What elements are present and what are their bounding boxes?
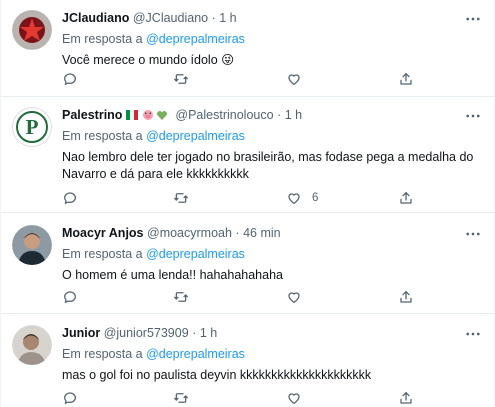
like-button[interactable]	[286, 288, 312, 306]
tweet-actions	[62, 288, 422, 306]
tweet-header: Moacyr Anjos @moacyrmoah · 46 min	[62, 225, 484, 242]
svg-text:P: P	[26, 115, 39, 139]
reply-to-link[interactable]: @deprepalmeiras	[146, 347, 245, 361]
more-icon[interactable]	[464, 107, 482, 125]
user-handle[interactable]: @Palestrinolouco	[175, 108, 273, 122]
share-button[interactable]	[398, 288, 414, 306]
heart-icon	[286, 390, 302, 406]
separator: ·	[235, 226, 240, 240]
reply-icon	[62, 71, 78, 87]
separator: ·	[277, 108, 282, 122]
tweet-text: mas o gol foi no paulista deyvin kkkkkkk…	[62, 368, 372, 382]
share-icon	[398, 190, 414, 206]
reply-context: Em resposta a @deprepalmeiras	[62, 246, 484, 263]
avatar[interactable]	[12, 325, 52, 365]
timestamp[interactable]: 1 h	[219, 11, 236, 25]
reply-timeline: JClaudiano @JClaudiano · 1 h Em resposta…	[0, 0, 495, 407]
user-handle[interactable]: @moacyrmoah	[147, 226, 232, 240]
display-name[interactable]: JClaudiano	[62, 11, 129, 25]
retweet-button[interactable]	[173, 70, 189, 88]
reply-prefix: Em resposta a	[62, 32, 143, 46]
heart-icon	[286, 289, 302, 305]
timestamp[interactable]: 1 h	[285, 108, 302, 122]
reply-to-link[interactable]: @deprepalmeiras	[146, 129, 245, 143]
reply-context: Em resposta a @deprepalmeiras	[62, 346, 484, 363]
retweet-button[interactable]	[173, 389, 189, 407]
retweet-icon	[173, 71, 189, 87]
tweet-header: Palestrino 🇮🇹🐷💚 @Palestrinolouco · 1 h	[62, 107, 484, 124]
like-count: 6	[312, 192, 319, 204]
name-emoji-badges	[125, 109, 172, 126]
display-name[interactable]: Moacyr Anjos	[62, 226, 144, 240]
user-handle[interactable]: @JClaudiano	[133, 11, 208, 25]
retweet-button[interactable]	[173, 288, 189, 306]
more-icon[interactable]	[464, 225, 482, 243]
reply-icon	[62, 190, 78, 206]
reply-tweet[interactable]: JClaudiano @JClaudiano · 1 h Em resposta…	[1, 0, 494, 97]
separator: ·	[211, 11, 216, 25]
reply-to-link[interactable]: @deprepalmeiras	[146, 247, 245, 261]
retweet-icon	[173, 289, 189, 305]
display-name[interactable]: Junior	[62, 326, 100, 340]
share-button[interactable]	[398, 389, 414, 407]
reply-tweet[interactable]: Moacyr Anjos @moacyrmoah · 46 min Em res…	[1, 213, 494, 314]
reply-to-link[interactable]: @deprepalmeiras	[146, 32, 245, 46]
reply-prefix: Em resposta a	[62, 247, 143, 261]
share-icon	[398, 71, 414, 87]
reply-button[interactable]	[62, 288, 78, 306]
tweet-header: Junior @junior573909 · 1 h	[62, 325, 484, 342]
reply-tweet[interactable]: Junior @junior573909 · 1 h Em resposta a…	[1, 314, 494, 407]
separator: ·	[192, 326, 197, 340]
tweet-text: O homem é uma lenda!! hahahahahaha	[62, 268, 283, 282]
timestamp[interactable]: 1 h	[200, 326, 217, 340]
more-icon[interactable]	[464, 10, 482, 28]
reply-prefix: Em resposta a	[62, 129, 143, 143]
tweet-actions	[62, 389, 422, 407]
reply-prefix: Em resposta a	[62, 347, 143, 361]
share-button[interactable]	[398, 189, 414, 207]
tweet-header: JClaudiano @JClaudiano · 1 h	[62, 10, 484, 27]
timestamp[interactable]: 46 min	[243, 226, 281, 240]
retweet-icon	[173, 190, 189, 206]
display-name[interactable]: Palestrino	[62, 108, 122, 122]
tweet-text: Você merece o mundo ídolo 😜	[62, 53, 235, 67]
reply-button[interactable]	[62, 189, 78, 207]
like-button[interactable]	[286, 389, 312, 407]
reply-context: Em resposta a @deprepalmeiras	[62, 128, 484, 145]
reply-button[interactable]	[62, 70, 78, 88]
reply-button[interactable]	[62, 389, 78, 407]
tweet-actions	[62, 70, 422, 88]
reply-icon	[62, 390, 78, 406]
avatar[interactable]: P	[12, 107, 52, 147]
heart-icon	[286, 71, 302, 87]
avatar[interactable]	[12, 10, 52, 50]
like-button[interactable]	[286, 70, 312, 88]
avatar[interactable]	[12, 225, 52, 265]
retweet-button[interactable]	[173, 189, 189, 207]
user-handle[interactable]: @junior573909	[104, 326, 189, 340]
retweet-icon	[173, 390, 189, 406]
like-button[interactable]: 6	[286, 189, 318, 207]
more-icon[interactable]	[464, 325, 482, 343]
reply-icon	[62, 289, 78, 305]
reply-tweet[interactable]: P Palestrino 🇮🇹🐷💚 @Palestrinolouco · 1 h	[1, 97, 494, 213]
heart-icon	[286, 190, 302, 206]
share-icon	[398, 390, 414, 406]
reply-context: Em resposta a @deprepalmeiras	[62, 31, 484, 48]
tweet-actions: 6	[62, 189, 422, 207]
tweet-text: Nao lembro dele ter jogado no brasileirã…	[62, 150, 474, 181]
share-button[interactable]	[398, 70, 414, 88]
share-icon	[398, 289, 414, 305]
